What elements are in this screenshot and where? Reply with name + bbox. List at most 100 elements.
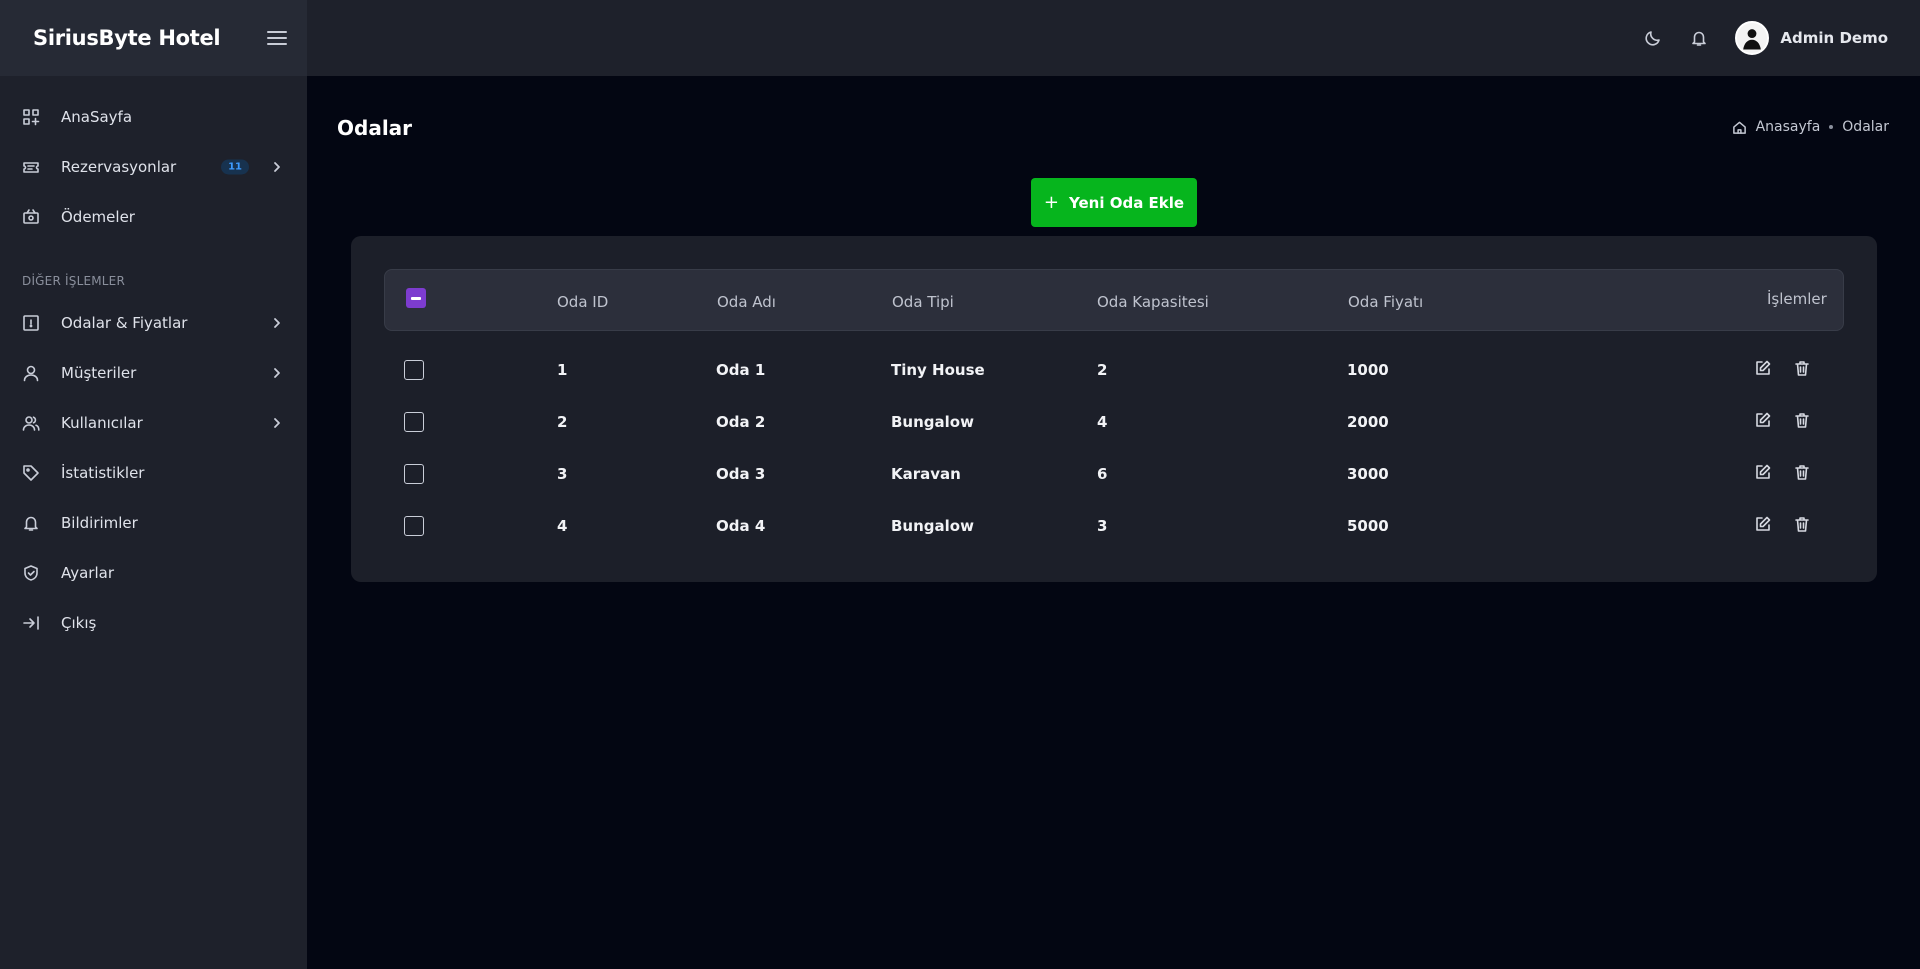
count-badge: 11 (221, 159, 249, 175)
column-header-type[interactable]: Oda Tipi (892, 293, 954, 311)
chevron-right-icon (271, 367, 283, 379)
notification-bell-icon[interactable] (1689, 28, 1709, 48)
table-row: 1 Oda 1 Tiny House 2 1000 (384, 344, 1844, 396)
edit-icon[interactable] (1753, 462, 1773, 482)
cell-type: Bungalow (891, 413, 974, 431)
cell-price: 5000 (1347, 517, 1389, 535)
sidebar-item-bildirimler[interactable]: Bildirimler (0, 498, 307, 548)
add-room-button-label: Yeni Oda Ekle (1069, 193, 1185, 212)
cell-name: Oda 4 (716, 517, 766, 535)
sidebar-item-label: Ayarlar (61, 564, 115, 582)
cell-capacity: 6 (1097, 465, 1108, 483)
table-row: 3 Oda 3 Karavan 6 3000 (384, 448, 1844, 500)
column-header-id[interactable]: Oda ID (557, 293, 608, 311)
chevron-right-icon (271, 417, 283, 429)
sidebar-item-label: Kullanıcılar (61, 414, 143, 432)
sidebar: SiriusByte Hotel AnaSayfa Rezervasyonlar… (0, 0, 307, 969)
sidebar-item-cikis[interactable]: Çıkış (0, 598, 307, 648)
cell-id: 1 (557, 361, 568, 379)
bell-icon (22, 514, 40, 532)
chevron-right-icon (271, 317, 283, 329)
cell-id: 3 (557, 465, 568, 483)
sidebar-item-label: Odalar & Fiyatlar (61, 314, 188, 332)
row-checkbox[interactable] (404, 412, 424, 432)
sidebar-item-rezervasyonlar[interactable]: Rezervasyonlar 11 (0, 142, 307, 192)
cell-name: Oda 1 (716, 361, 766, 379)
cell-capacity: 2 (1097, 361, 1108, 379)
sidebar-item-label: Rezervasyonlar (61, 158, 177, 176)
sidebar-item-ayarlar[interactable]: Ayarlar (0, 548, 307, 598)
chevron-right-icon (271, 161, 283, 173)
avatar (1735, 21, 1770, 55)
trash-icon[interactable] (1792, 358, 1812, 378)
user-silhouette-icon (1738, 23, 1767, 53)
topbar: Admin Demo (307, 0, 1920, 76)
sidebar-nav: AnaSayfa Rezervasyonlar 11 Ödemeler DİĞE… (0, 76, 307, 648)
sidebar-item-odemeler[interactable]: Ödemeler (0, 192, 307, 242)
column-header-price[interactable]: Oda Fiyatı (1348, 293, 1423, 311)
users-icon (22, 414, 40, 432)
sidebar-item-istatistikler[interactable]: İstatistikler (0, 448, 307, 498)
brand-title: SiriusByte Hotel (33, 26, 221, 50)
cell-id: 4 (557, 517, 568, 535)
cell-id: 2 (557, 413, 568, 431)
trash-icon[interactable] (1792, 410, 1812, 430)
breadcrumb-home-link[interactable]: Anasayfa (1756, 119, 1821, 135)
column-header-name[interactable]: Oda Adı (717, 293, 776, 311)
edit-icon[interactable] (1753, 358, 1773, 378)
logout-icon (22, 614, 40, 632)
column-header-capacity[interactable]: Oda Kapasitesi (1097, 293, 1209, 311)
cell-price: 2000 (1347, 413, 1389, 431)
cell-type: Tiny House (891, 361, 985, 379)
sidebar-item-label: Bildirimler (61, 514, 138, 532)
sidebar-item-anasayfa[interactable]: AnaSayfa (0, 92, 307, 142)
column-header-actions: İşlemler (1767, 290, 1827, 308)
sidebar-section-title: DİĞER İŞLEMLER (22, 274, 125, 288)
user-name: Admin Demo (1780, 29, 1888, 47)
cell-capacity: 4 (1097, 413, 1108, 431)
edit-icon[interactable] (1753, 410, 1773, 430)
table-row: 2 Oda 2 Bungalow 4 2000 (384, 396, 1844, 448)
breadcrumb-current: Odalar (1842, 119, 1889, 135)
breadcrumb: Anasayfa Odalar (1732, 119, 1889, 135)
row-checkbox[interactable] (404, 360, 424, 380)
breadcrumb-separator (1829, 125, 1834, 129)
cell-name: Oda 3 (716, 465, 766, 483)
sidebar-item-label: Müşteriler (61, 364, 137, 382)
cell-type: Karavan (891, 465, 961, 483)
select-all-checkbox[interactable] (406, 288, 426, 308)
dashboard-icon (22, 108, 40, 126)
rooms-table-card: Oda ID Oda Adı Oda Tipi Oda Kapasitesi O… (351, 236, 1877, 582)
brand-header: SiriusByte Hotel (0, 0, 307, 76)
dark-mode-moon-icon[interactable] (1643, 28, 1663, 48)
user-menu[interactable]: Admin Demo (1735, 21, 1888, 55)
sidebar-item-label: Çıkış (61, 614, 97, 632)
trash-icon[interactable] (1792, 462, 1812, 482)
shield-icon (22, 564, 40, 582)
add-room-button[interactable]: + Yeni Oda Ekle (1031, 178, 1197, 227)
sidebar-item-musteriler[interactable]: Müşteriler (0, 348, 307, 398)
cash-icon (22, 208, 40, 226)
door-icon (22, 314, 40, 332)
plus-icon: + (1043, 192, 1059, 213)
home-icon (1732, 121, 1746, 134)
menu-toggle-icon[interactable] (267, 31, 287, 45)
row-checkbox[interactable] (404, 516, 424, 536)
sidebar-item-odalar[interactable]: Odalar & Fiyatlar (0, 298, 307, 348)
cell-price: 1000 (1347, 361, 1389, 379)
cell-name: Oda 2 (716, 413, 766, 431)
sidebar-item-label: AnaSayfa (61, 108, 133, 126)
ticket-icon (22, 158, 40, 176)
table-header: Oda ID Oda Adı Oda Tipi Oda Kapasitesi O… (384, 269, 1844, 331)
cell-price: 3000 (1347, 465, 1389, 483)
sidebar-item-kullanicilar[interactable]: Kullanıcılar (0, 398, 307, 448)
sidebar-item-label: İstatistikler (61, 464, 145, 482)
cell-capacity: 3 (1097, 517, 1108, 535)
user-icon (22, 364, 40, 382)
page-title: Odalar (337, 116, 413, 140)
trash-icon[interactable] (1792, 514, 1812, 534)
row-checkbox[interactable] (404, 464, 424, 484)
table-row: 4 Oda 4 Bungalow 3 5000 (384, 500, 1844, 552)
tag-icon (22, 464, 40, 482)
edit-icon[interactable] (1753, 514, 1773, 534)
